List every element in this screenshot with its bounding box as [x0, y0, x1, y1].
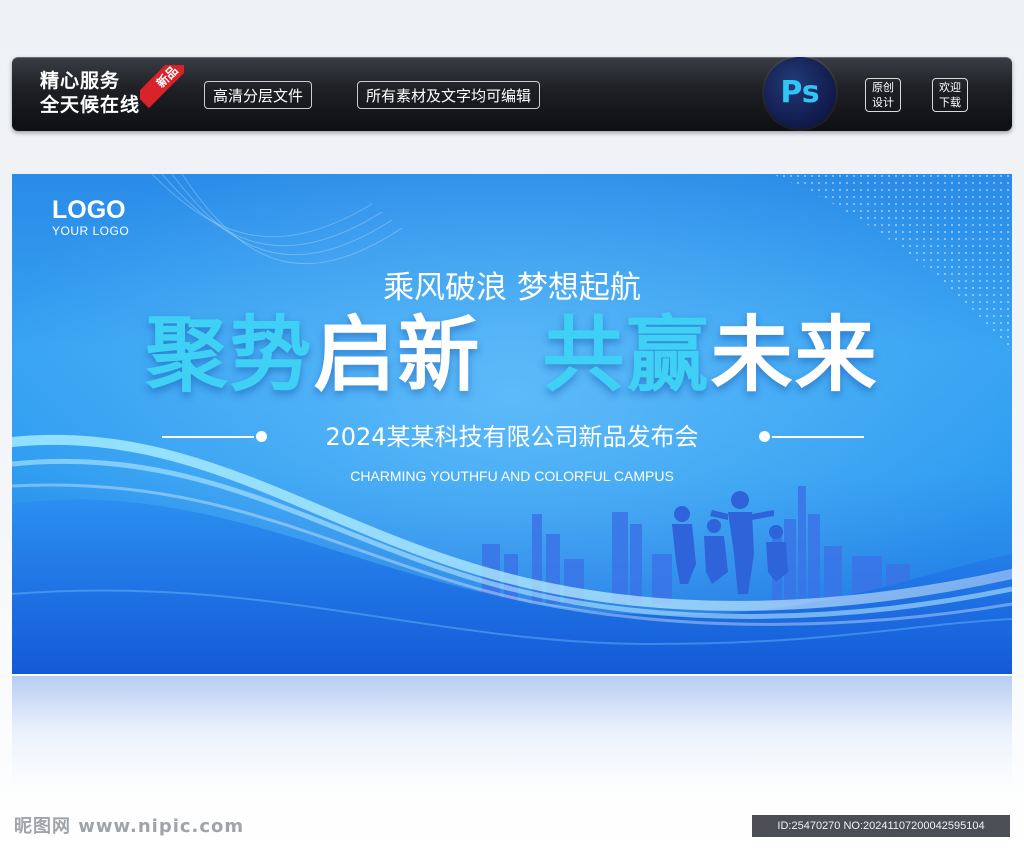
headline-part-4: 未来	[710, 308, 879, 403]
banner-reflection	[12, 676, 1012, 786]
ribbon-label: 新品	[140, 65, 184, 109]
image-id-bar: ID:25470270 NO:20241107200042595104	[752, 815, 1010, 837]
service-text: 精心服务 全天候在线	[40, 69, 140, 117]
right-divider-dot	[759, 431, 770, 442]
welcome-download-badge: 欢迎 下载	[932, 78, 968, 112]
headline-part-3: 共赢	[542, 308, 711, 403]
headline-part-2: 启新	[313, 308, 482, 403]
right-divider-line	[772, 436, 864, 438]
logo-placeholder: LOGO YOUR LOGO	[52, 196, 129, 238]
logo-subtitle: YOUR LOGO	[52, 224, 130, 238]
english-subtitle: CHARMING YOUTHFU AND COLORFUL CAMPUS	[350, 468, 674, 484]
editable-assets-badge: 所有素材及文字均可编辑	[357, 81, 541, 109]
original-design-line-1: 原创	[872, 81, 894, 94]
slogan-text: 乘风破浪 梦想起航	[383, 270, 641, 306]
main-headline: 聚势启新 共赢未来	[12, 306, 1012, 406]
welcome-download-line-1: 欢迎	[939, 81, 961, 94]
new-product-ribbon: 新品	[140, 65, 184, 109]
photoshop-icon: Ps	[764, 57, 836, 129]
service-line-2: 全天候在线	[40, 94, 141, 116]
headline-part-1: 聚势	[145, 308, 314, 403]
event-title-row: 2024某某科技有限公司新品发布会	[162, 423, 864, 451]
logo-title: LOGO	[52, 196, 126, 224]
event-banner: LOGO YOUR LOGO 乘风破浪 梦想起航 聚势启新 共赢未来 2024某…	[12, 174, 1012, 674]
promo-topbar: 精心服务 全天候在线 新品 高清分层文件 所有素材及文字均可编辑 Ps 原创 设…	[12, 57, 1012, 131]
original-design-line-2: 设计	[872, 96, 894, 109]
service-line-1: 精心服务	[40, 70, 121, 92]
welcome-download-line-2: 下载	[939, 96, 961, 109]
hd-layered-file-badge: 高清分层文件	[204, 81, 313, 109]
original-design-badge: 原创 设计	[865, 78, 901, 112]
left-divider-dot	[256, 431, 267, 442]
event-title: 2024某某科技有限公司新品发布会	[325, 423, 699, 451]
site-watermark: 昵图网 www.nipic.com	[14, 816, 245, 837]
left-divider-line	[162, 436, 254, 438]
